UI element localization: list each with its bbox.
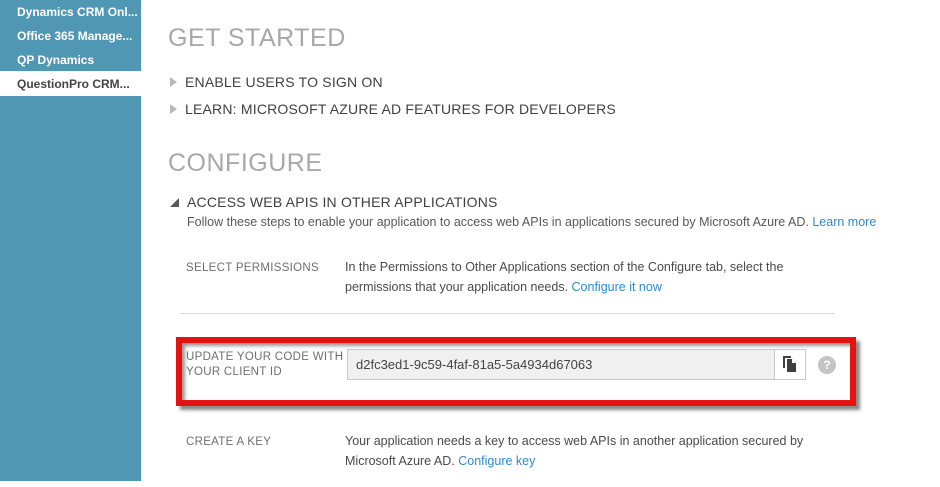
copy-icon <box>782 355 799 374</box>
expander-access-web-apis[interactable]: ACCESS WEB APIS IN OTHER APPLICATIONS <box>170 194 498 210</box>
app-list-sidebar: Dynamics CRM Onl... Office 365 Manage...… <box>0 0 141 481</box>
learn-more-link[interactable]: Learn more <box>812 215 876 229</box>
app-page: Dynamics CRM Onl... Office 365 Manage...… <box>0 0 940 487</box>
select-permissions-text: In the Permissions to Other Applications… <box>345 258 835 297</box>
sidebar-item-qp-dynamics[interactable]: QP Dynamics <box>0 48 141 71</box>
expander-label: ENABLE USERS TO SIGN ON <box>185 74 383 90</box>
configure-heading: CONFIGURE <box>168 149 323 178</box>
label-line-2: YOUR CLIENT ID <box>186 365 346 380</box>
expander-learn-azure-ad-features[interactable]: LEARN: MICROSOFT AZURE AD FEATURES FOR D… <box>170 101 616 117</box>
triangle-expanded-icon <box>170 198 179 207</box>
client-id-input[interactable] <box>347 349 775 380</box>
sidebar-item-dynamics-crm[interactable]: Dynamics CRM Onl... <box>0 0 141 24</box>
create-key-text: Your application needs a key to access w… <box>345 432 845 471</box>
description-text: Follow these steps to enable your applic… <box>187 215 809 229</box>
permissions-text: In the Permissions to Other Applications… <box>345 260 783 294</box>
chevron-right-icon <box>170 104 177 114</box>
expander-enable-users-sign-on[interactable]: ENABLE USERS TO SIGN ON <box>170 74 383 90</box>
update-client-id-label: UPDATE YOUR CODE WITH YOUR CLIENT ID <box>186 350 346 380</box>
configure-it-now-link[interactable]: Configure it now <box>572 280 662 294</box>
row-divider <box>180 313 835 314</box>
select-permissions-label: SELECT PERMISSIONS <box>186 261 319 276</box>
access-web-apis-description: Follow these steps to enable your applic… <box>187 215 876 229</box>
main-content: GET STARTED ENABLE USERS TO SIGN ON LEAR… <box>141 0 940 487</box>
label-line-1: UPDATE YOUR CODE WITH <box>186 350 346 365</box>
key-text: Your application needs a key to access w… <box>345 434 803 468</box>
configure-key-link[interactable]: Configure key <box>458 454 535 468</box>
expander-label: ACCESS WEB APIS IN OTHER APPLICATIONS <box>187 194 498 210</box>
copy-button[interactable] <box>774 349 806 380</box>
get-started-heading: GET STARTED <box>168 24 346 53</box>
chevron-right-icon <box>170 77 177 87</box>
help-icon[interactable]: ? <box>818 356 836 374</box>
sidebar-item-questionpro-crm[interactable]: QuestionPro CRM... <box>0 71 141 96</box>
create-key-label: CREATE A KEY <box>186 435 271 450</box>
sidebar-item-office365[interactable]: Office 365 Manage... <box>0 24 141 48</box>
expander-label: LEARN: MICROSOFT AZURE AD FEATURES FOR D… <box>185 101 616 117</box>
